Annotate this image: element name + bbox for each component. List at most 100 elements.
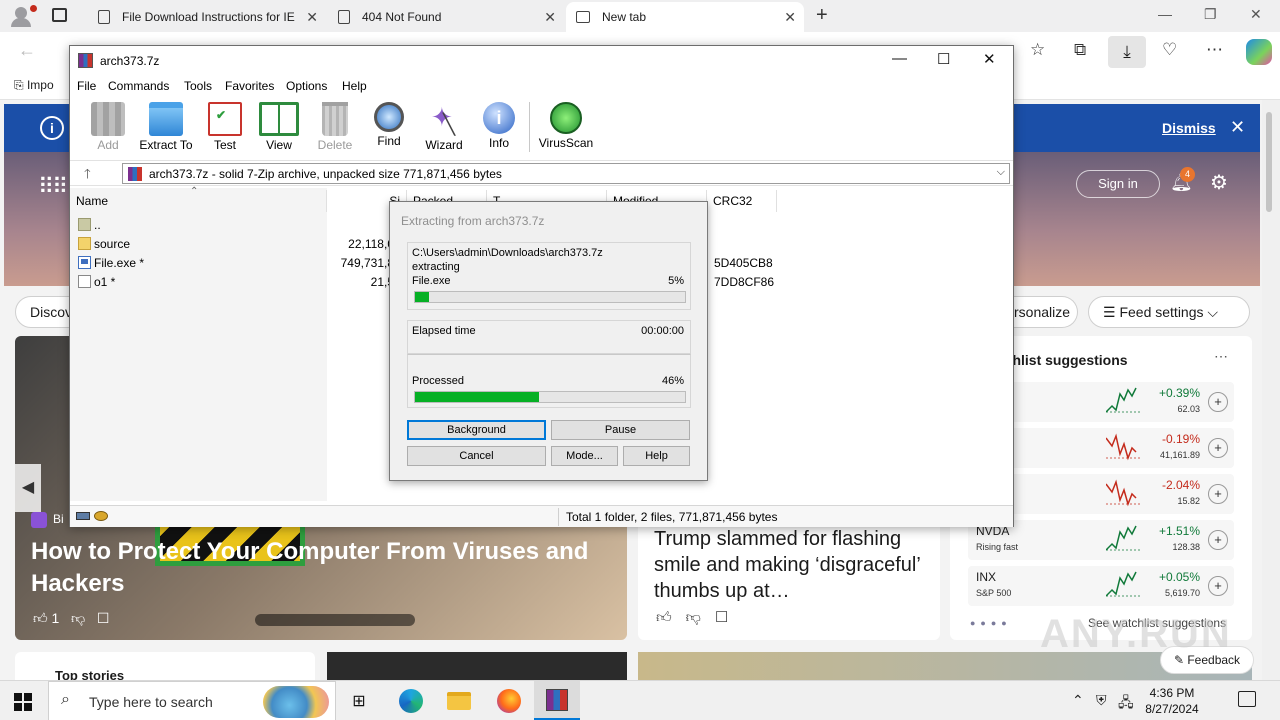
news-reactions[interactable]: 👍︎👎︎☐ [656,608,742,627]
cancel-button[interactable]: Cancel [407,446,546,466]
key-lock-icon[interactable] [94,511,108,521]
scrollbar-thumb[interactable] [1266,112,1272,212]
test-button[interactable]: ✔ Test [195,102,255,154]
menu-help[interactable]: Help [342,79,367,93]
maximize-icon[interactable]: ☐ [937,50,950,68]
menu-favorites[interactable]: Favorites [225,79,274,93]
close-tab-icon[interactable]: ✕ [306,9,318,26]
up-folder-arrow-icon[interactable]: 🡑 [84,165,91,187]
mode-button[interactable]: Mode... [551,446,618,466]
minimize-icon[interactable]: — [1158,6,1172,22]
menu-commands[interactable]: Commands [108,79,169,93]
start-windows-icon[interactable] [14,693,32,711]
virusscan-button[interactable]: VirusScan [536,102,596,154]
close-banner-icon[interactable]: ✕ [1230,117,1245,138]
folder-icon [78,237,91,250]
app-launcher-icon[interactable]: ⠿⠿ [38,174,68,200]
carousel-prev-icon[interactable]: ◀ [15,464,41,512]
comment-icon[interactable]: ☐ [89,610,110,626]
bottom-article-image[interactable] [327,652,627,680]
edge-taskbar-button[interactable] [388,681,434,720]
top-stories-card[interactable]: Top stories [15,652,315,680]
tab-new-tab[interactable]: New tab ✕ [566,2,804,32]
restore-icon[interactable]: ❐ [1204,6,1217,23]
add-to-watchlist-icon[interactable]: + [1208,576,1228,596]
downloads-button[interactable]: ⤓ [1108,36,1146,68]
help-button[interactable]: Help [623,446,690,466]
stock-value: 62.03 [1177,404,1200,414]
add-button[interactable]: Add [78,102,138,154]
drive-icon[interactable] [76,512,90,520]
add-to-watchlist-icon[interactable]: + [1208,438,1228,458]
column-header-name[interactable]: Name [70,186,327,212]
more-options-icon[interactable]: ⋯ [1214,348,1228,365]
wizard-button[interactable]: ✦ ╲ Wizard [414,102,474,154]
tab-404-not-found[interactable]: 404 Not Found ✕ [328,2,564,32]
new-tab-plus-icon[interactable]: + [816,4,828,27]
browser-essentials-icon[interactable]: ♡ [1162,40,1177,60]
delete-button[interactable]: Delete [305,102,365,154]
article-title[interactable]: How to Protect Your Computer From Viruse… [31,536,591,600]
extract-to-button[interactable]: Extract To [136,102,196,154]
task-view-button[interactable]: ⊞ [336,681,382,720]
column-header-crc32[interactable]: CRC32 [707,190,777,212]
pause-button[interactable]: Pause [551,420,690,440]
add-to-watchlist-icon[interactable]: + [1208,530,1228,550]
info-button[interactable]: i Info [469,102,529,154]
file-progress-group: C:\Users\admin\Downloads\arch373.7z extr… [407,242,691,310]
settings-more-icon[interactable]: ⋯ [1206,40,1223,60]
file-name: source [94,237,131,251]
tab-file-download-instructions[interactable]: File Download Instructions for IE ✕ [88,2,326,32]
feed-settings-button[interactable]: ☰ Feed settings ⌵ [1088,296,1250,328]
watchlist-row[interactable]: INX S&P 500 +0.05% 5,619.70 + [968,566,1234,606]
tab-actions-icon[interactable] [52,8,67,22]
add-to-watchlist-icon[interactable]: + [1208,392,1228,412]
sign-in-button[interactable]: Sign in [1076,170,1160,198]
collections-icon[interactable]: ⧉ [1074,40,1086,60]
profile-avatar-icon[interactable] [8,4,38,28]
favorites-import-link[interactable]: ⎘ Impo [14,78,54,93]
minimize-icon[interactable]: — [892,50,907,67]
close-tab-icon[interactable]: ✕ [784,9,796,26]
file-explorer-taskbar-button[interactable] [436,681,482,720]
clock[interactable]: 4:36 PM 8/27/2024 [1140,685,1204,717]
dislike-icon[interactable]: 👎︎ [63,610,85,626]
add-archive-icon [91,102,125,136]
chevron-down-icon[interactable]: ⌵ [997,166,1005,179]
dismiss-link[interactable]: Dismiss [1162,120,1216,136]
back-arrow-icon[interactable]: ← [18,40,36,61]
action-center-icon[interactable] [1238,691,1256,707]
processed-label: Processed [412,375,464,387]
view-button[interactable]: View [249,102,309,154]
carousel-dots[interactable] [255,614,415,626]
firefox-taskbar-button[interactable] [486,681,532,720]
news-title[interactable]: Trump slammed for flashing smile and mak… [654,526,934,604]
network-icon[interactable]: 🖧︎ [1118,692,1134,716]
path-field[interactable]: arch373.7z - solid 7-Zip archive, unpack… [122,163,1010,184]
menu-tools[interactable]: Tools [184,79,212,93]
find-button[interactable]: Find [359,102,419,154]
close-tab-icon[interactable]: ✕ [544,9,556,26]
menu-options[interactable]: Options [286,79,327,93]
processed-progress-fill [415,392,540,402]
winrar-taskbar-button[interactable] [534,681,580,720]
background-button[interactable]: Background [407,420,546,440]
watchlist-pager[interactable]: ●●●● [970,618,1012,628]
like-icon[interactable]: 👍︎ [33,610,48,626]
menu-file[interactable]: File [77,79,96,93]
favorites-star-icon[interactable]: ☆ [1030,40,1045,60]
page-settings-gear-icon[interactable]: ⚙ [1210,170,1228,195]
page-scrollbar[interactable] [1262,100,1280,680]
close-window-icon[interactable]: ✕ [983,50,996,68]
copilot-icon[interactable] [1246,39,1272,65]
winrar-titlebar[interactable]: arch373.7z — ☐ ✕ [70,46,1013,76]
news-card[interactable]: Trump slammed for flashing smile and mak… [638,516,940,640]
security-icon[interactable]: ⛨ [1096,692,1107,709]
window-title: arch373.7z [100,54,160,68]
add-to-watchlist-icon[interactable]: + [1208,484,1228,504]
show-hidden-icons-chevron-icon[interactable]: ⌃ [1072,692,1084,709]
close-window-icon[interactable]: ✕ [1250,6,1262,23]
stock-value: 41,161.89 [1159,450,1200,460]
edge-icon [399,689,423,713]
taskbar-search-box[interactable]: ⌕ Type here to search [48,681,336,720]
